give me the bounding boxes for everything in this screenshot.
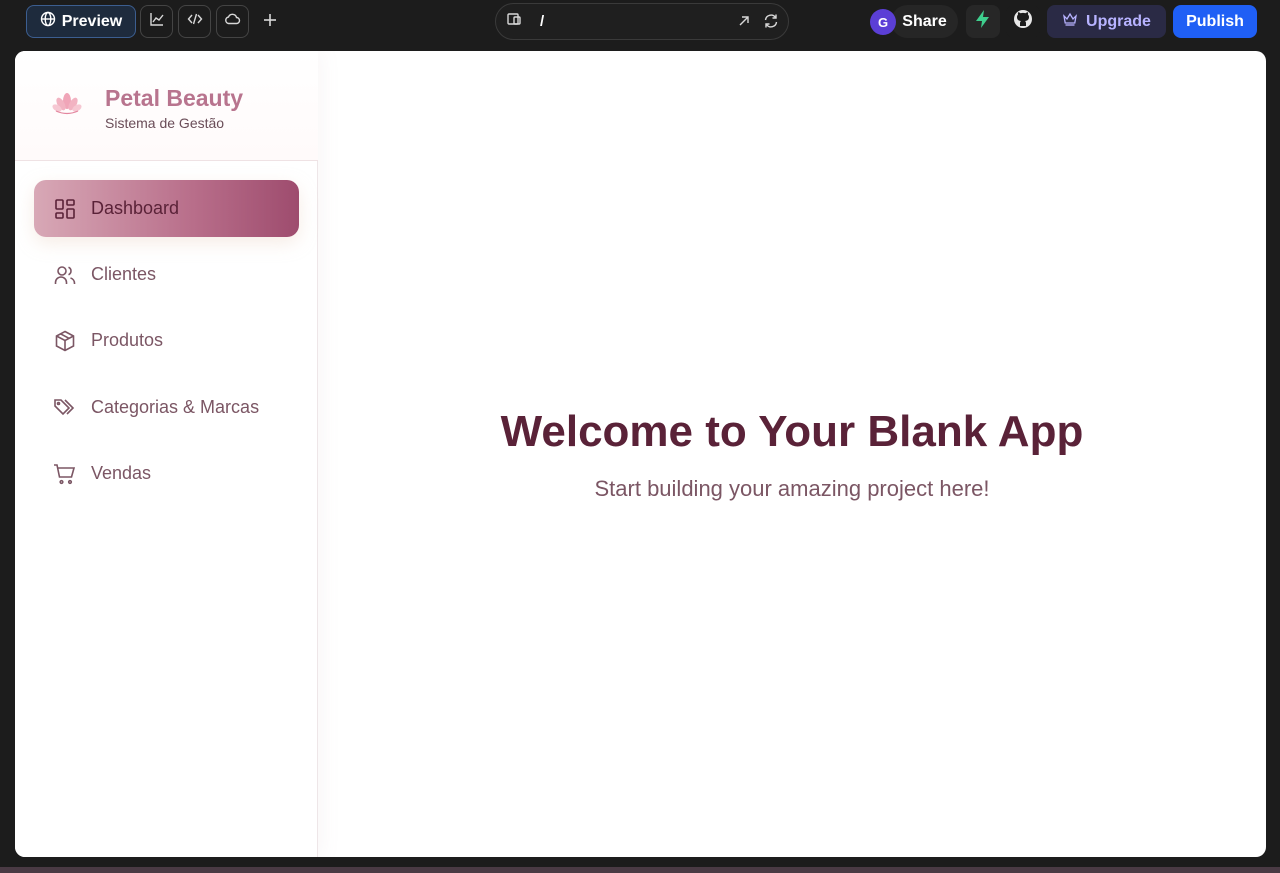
chart-icon (149, 11, 165, 32)
sidebar-item-label: Produtos (91, 330, 164, 350)
package-icon (53, 329, 77, 353)
bottom-edge (0, 867, 1280, 873)
sidebar-item-dashboard[interactable]: Dashboard (34, 180, 299, 237)
code-button[interactable] (178, 5, 211, 38)
users-icon (53, 263, 77, 287)
github-button[interactable] (1006, 5, 1040, 38)
bolt-icon (974, 9, 992, 34)
grid-icon (53, 197, 77, 221)
globe-icon (40, 11, 56, 32)
refresh-icon[interactable] (762, 12, 780, 35)
github-icon (1013, 9, 1033, 34)
url-path[interactable]: / (540, 13, 544, 30)
app-preview-frame: Petal Beauty Sistema de Gestão Dashboard… (15, 51, 1266, 857)
supabase-button[interactable] (966, 5, 1000, 38)
url-bar[interactable]: / (495, 3, 789, 40)
tags-icon (53, 396, 77, 420)
url-actions (736, 12, 780, 35)
plus-icon (263, 10, 277, 33)
sidebar-item-label: Clientes (91, 264, 157, 284)
sidebar-item-label: Categorias & Marcas (91, 397, 260, 417)
upgrade-button[interactable]: Upgrade (1047, 5, 1166, 38)
sidebar-item-clientes[interactable]: Clientes (34, 246, 299, 303)
cart-icon (53, 462, 77, 486)
editor-toolbar: Preview / Share G Upgrade Publish (0, 0, 1280, 44)
welcome-heading: Welcome to Your Blank App (500, 407, 1084, 456)
open-external-icon[interactable] (736, 12, 752, 35)
sidebar-item-vendas[interactable]: Vendas (34, 445, 299, 502)
analytics-button[interactable] (140, 5, 173, 38)
share-button[interactable]: Share (891, 5, 958, 38)
sidebar-item-categorias[interactable]: Categorias & Marcas (34, 379, 299, 436)
cloud-icon (224, 11, 241, 32)
brand-header: Petal Beauty Sistema de Gestão (15, 51, 318, 161)
cloud-button[interactable] (216, 5, 249, 38)
brand-subtitle: Sistema de Gestão (105, 115, 225, 131)
sidebar: Petal Beauty Sistema de Gestão Dashboard… (15, 51, 318, 857)
sidebar-item-label: Vendas (91, 463, 152, 483)
crown-icon (1062, 11, 1078, 32)
code-icon (187, 11, 203, 32)
sidebar-item-label: Dashboard (91, 198, 180, 218)
share-label: Share (902, 12, 947, 30)
brand-title: Petal Beauty (105, 85, 244, 111)
publish-button[interactable]: Publish (1173, 5, 1257, 38)
preview-label: Preview (61, 12, 123, 30)
add-button[interactable] (256, 5, 284, 38)
sidebar-item-produtos[interactable]: Produtos (34, 312, 299, 369)
device-icon[interactable] (506, 11, 522, 32)
upgrade-label: Upgrade (1086, 12, 1151, 30)
avatar[interactable]: G (870, 9, 896, 35)
preview-button[interactable]: Preview (26, 5, 136, 38)
main-content: Welcome to Your Blank App Start building… (318, 51, 1266, 857)
lotus-logo-icon (51, 89, 83, 121)
welcome-subheading: Start building your amazing project here… (594, 476, 990, 501)
